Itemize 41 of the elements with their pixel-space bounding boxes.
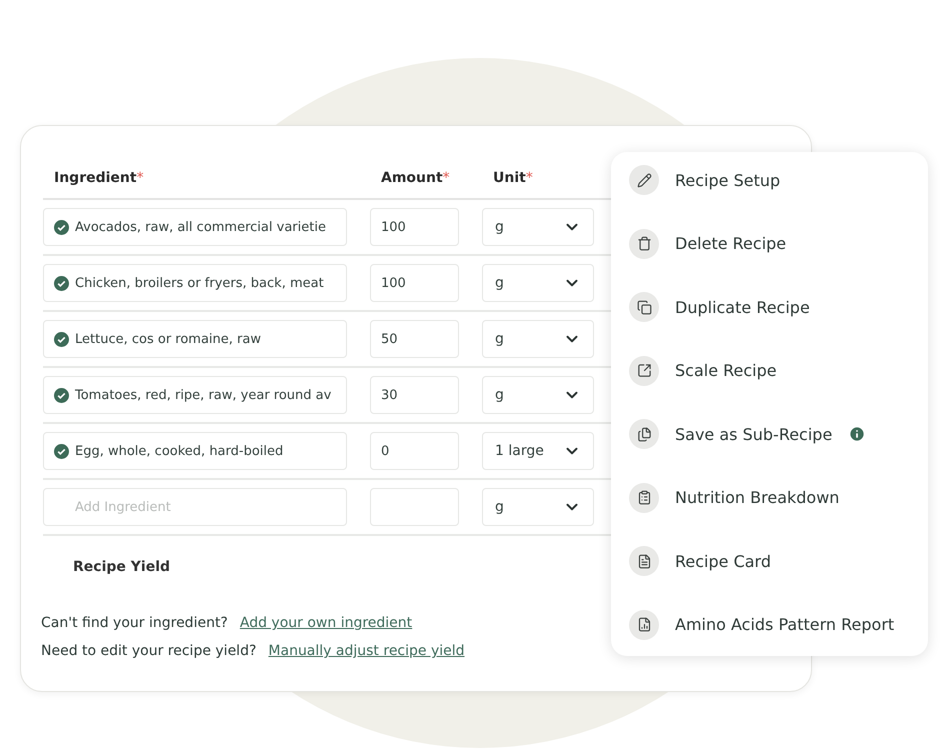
menu-item[interactable]: Save as Sub-Recipe xyxy=(629,419,928,449)
chart-document-icon xyxy=(629,610,659,640)
amount-field[interactable]: 100 xyxy=(370,208,459,246)
help-link[interactable]: Add your own ingredient xyxy=(240,615,412,631)
menu-item[interactable]: Duplicate Recipe xyxy=(629,292,928,322)
recipe-yield-label: Recipe Yield xyxy=(73,559,170,575)
unit-select[interactable]: g xyxy=(482,376,594,414)
ingredient-field[interactable]: Lettuce, cos or romaine, raw xyxy=(43,320,347,358)
help-link[interactable]: Manually adjust recipe yield xyxy=(268,643,465,659)
column-header: Amount* xyxy=(381,170,451,186)
column-header: Ingredient* xyxy=(54,170,145,186)
menu-item[interactable]: Amino Acids Pattern Report xyxy=(629,610,928,640)
help-question: Need to edit your recipe yield? xyxy=(41,643,256,659)
menu-item[interactable]: Delete Recipe xyxy=(629,228,928,258)
unit-select[interactable]: g xyxy=(482,488,594,526)
ingredient-field[interactable]: Tomatoes, red, ripe, raw, year round av xyxy=(43,376,347,414)
copy-icon xyxy=(629,292,659,322)
unit-select[interactable]: 1 large xyxy=(482,432,594,470)
menu-item[interactable]: Recipe Card xyxy=(629,546,928,576)
copy-icon xyxy=(629,419,659,449)
ingredient-field[interactable]: Avocados, raw, all commercial varietie xyxy=(43,208,347,246)
amount-field[interactable]: 50 xyxy=(370,320,459,358)
menu-item[interactable]: Scale Recipe xyxy=(629,356,928,386)
amount-field[interactable]: 0 xyxy=(370,432,459,470)
menu-item[interactable]: Nutrition Breakdown xyxy=(629,482,928,512)
document-icon xyxy=(629,546,659,576)
trash-icon xyxy=(629,228,659,258)
unit-select[interactable]: g xyxy=(482,264,594,302)
amount-field[interactable] xyxy=(370,488,459,526)
unit-select[interactable]: g xyxy=(482,320,594,358)
amount-field[interactable]: 30 xyxy=(370,376,459,414)
expand-icon xyxy=(629,356,659,386)
amount-field[interactable]: 100 xyxy=(370,264,459,302)
help-question: Can't find your ingredient? xyxy=(41,615,228,631)
menu-item[interactable]: Recipe Setup xyxy=(629,165,928,195)
unit-select[interactable]: g xyxy=(482,208,594,246)
pencil-icon xyxy=(629,165,659,195)
ingredient-field[interactable]: Egg, whole, cooked, hard-boiled xyxy=(43,432,347,470)
ingredient-field[interactable]: Chicken, broilers or fryers, back, meat xyxy=(43,264,347,302)
clipboard-icon xyxy=(629,482,659,512)
column-header: Unit* xyxy=(493,170,534,186)
